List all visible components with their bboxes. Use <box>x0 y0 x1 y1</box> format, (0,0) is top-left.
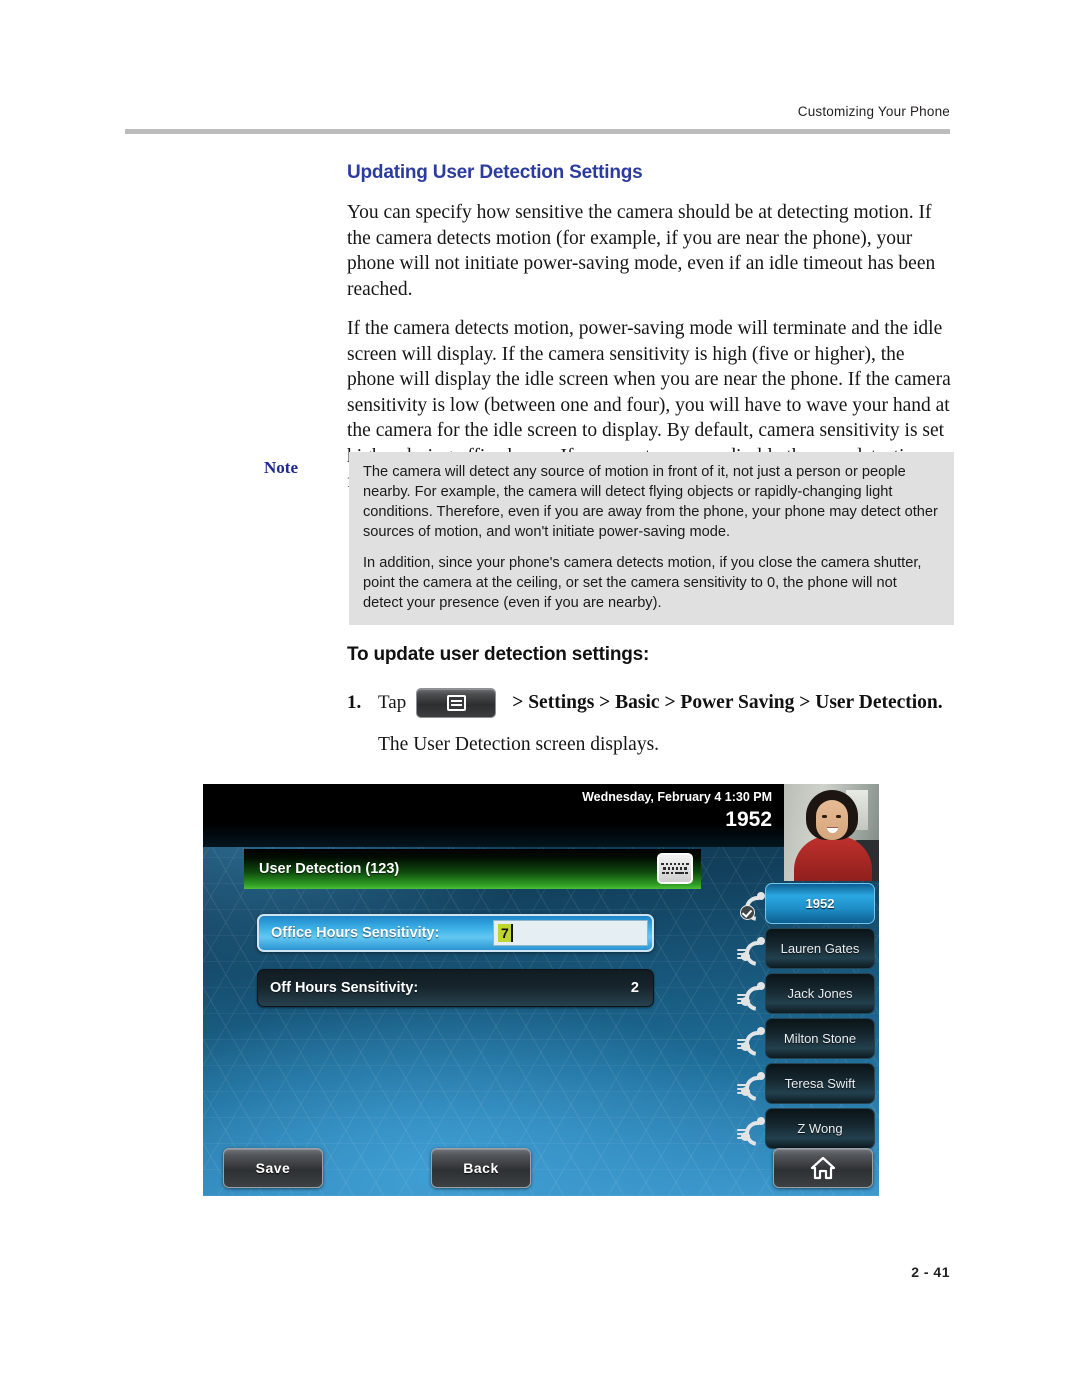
running-head: Customizing Your Phone <box>797 104 950 119</box>
avatar-mouth <box>827 827 838 833</box>
procedure-title: To update user detection settings: <box>347 644 650 665</box>
note-block: Note The camera will detect any source o… <box>264 452 954 625</box>
menu-path-text: > Settings > Basic > Power Saving > User… <box>512 692 943 713</box>
line-key-label: Milton Stone <box>783 1031 857 1046</box>
page-number: 2 - 41 <box>911 1264 950 1280</box>
screen-title-bar: User Detection (123) <box>244 849 701 889</box>
line-key-list: 1952 Lauren Gates Jack Jones Milton Ston… <box>737 883 875 1153</box>
line-key-label: Jack Jones <box>787 986 853 1001</box>
screen-title: User Detection (123) <box>259 861 400 877</box>
office-hours-sensitivity-value: 7 <box>498 924 513 942</box>
phone-screenshot: Wednesday, February 4 1:30 PM 1952 User … <box>203 784 879 1196</box>
line-key-label: Teresa Swift <box>784 1076 856 1091</box>
home-softkey[interactable] <box>773 1148 873 1188</box>
save-softkey-label: Save <box>255 1160 291 1176</box>
setting-row-office-hours[interactable]: Office Hours Sensitivity: 7 <box>257 914 654 952</box>
handset-icon <box>737 1071 775 1106</box>
line-key-z-wong[interactable]: Z Wong <box>737 1108 875 1151</box>
avatar-face <box>816 800 848 840</box>
procedure-step-1: 1. Tap > Settings > Basic > Power Saving… <box>347 688 967 718</box>
line-key-label: Lauren Gates <box>780 941 860 956</box>
keyboard-row-3 <box>662 871 688 875</box>
off-hours-sensitivity-value: 2 <box>630 980 639 996</box>
line-key-milton-stone[interactable]: Milton Stone <box>737 1018 875 1061</box>
note-paragraph-2: In addition, since your phone's camera d… <box>363 555 922 611</box>
menu-glyph <box>446 695 466 711</box>
header-rule <box>125 129 950 134</box>
note-box: The camera will detect any source of mot… <box>349 452 954 625</box>
step-result-text: The User Detection screen displays. <box>378 734 660 755</box>
line-key-label: Z Wong <box>797 1121 843 1136</box>
step-tap-label: Tap <box>378 692 407 713</box>
back-softkey-label: Back <box>463 1160 499 1176</box>
body-paragraph-1: You can specify how sensitive the camera… <box>347 202 936 300</box>
note-label: Note <box>264 458 298 477</box>
step-number: 1. <box>347 692 362 713</box>
status-datetime: Wednesday, February 4 1:30 PM <box>582 790 772 804</box>
page-title: Updating User Detection Settings <box>347 162 643 183</box>
home-icon <box>810 1156 836 1180</box>
line-key-jack-jones[interactable]: Jack Jones <box>737 973 875 1016</box>
handset-registered-icon <box>740 891 775 926</box>
line-key-1952[interactable]: 1952 <box>740 883 875 926</box>
keyboard-row-2 <box>663 867 687 870</box>
handset-icon <box>737 981 775 1016</box>
handset-icon <box>737 1116 775 1151</box>
avatar <box>784 784 879 881</box>
status-extension: 1952 <box>725 808 772 831</box>
avatar-eye-left <box>822 815 827 818</box>
note-paragraph-1: The camera will detect any source of mot… <box>363 464 938 540</box>
setting-label-off-hours: Off Hours Sensitivity: <box>270 980 419 996</box>
avatar-eye-right <box>836 815 841 818</box>
back-softkey[interactable]: Back <box>431 1148 531 1188</box>
keyboard-row-1 <box>661 862 689 866</box>
procedure-block: To update user detection settings: 1. Ta… <box>347 644 967 756</box>
handset-icon <box>737 936 775 971</box>
setting-label-office-hours: Office Hours Sensitivity: <box>271 925 440 941</box>
line-key-teresa-swift[interactable]: Teresa Swift <box>737 1063 875 1106</box>
keyboard-icon[interactable] <box>657 853 693 884</box>
line-key-lauren-gates[interactable]: Lauren Gates <box>737 928 875 971</box>
save-softkey[interactable]: Save <box>223 1148 323 1188</box>
phone-status-bar: Wednesday, February 4 1:30 PM 1952 <box>203 784 784 847</box>
line-key-label: 1952 <box>805 896 835 911</box>
handset-icon <box>737 1026 775 1061</box>
menu-icon <box>416 688 497 718</box>
office-hours-sensitivity-input[interactable]: 7 <box>493 920 648 946</box>
setting-row-off-hours[interactable]: Off Hours Sensitivity: 2 <box>257 969 654 1007</box>
